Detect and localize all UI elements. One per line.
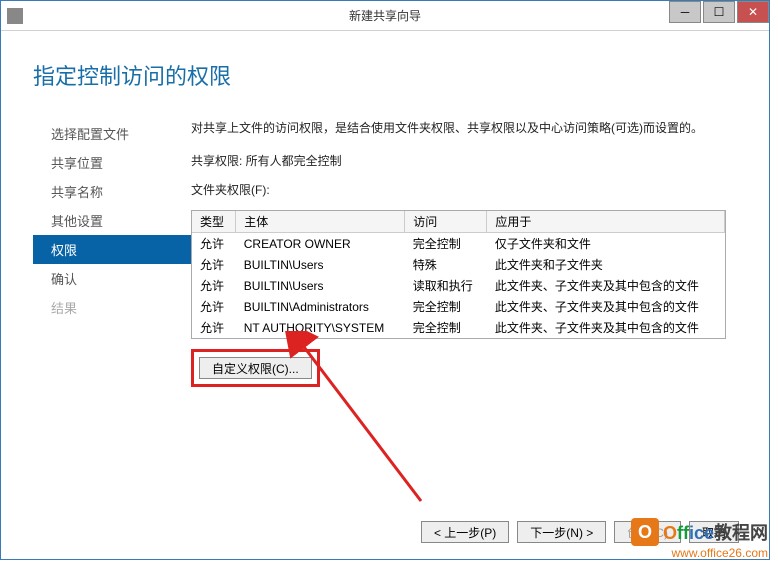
watermark-brand: Office教程网 [663,519,768,545]
watermark-url: www.office26.com [631,546,768,560]
page-heading: 指定控制访问的权限 [1,31,769,91]
table-row[interactable]: 允许 CREATOR OWNER 完全控制 仅子文件夹和文件 [192,233,725,255]
watermark: O Office教程网 www.office26.com [631,518,768,560]
col-principal[interactable]: 主体 [236,211,405,233]
permissions-table-wrap: 类型 主体 访问 应用于 允许 CREATOR OWNER 完全控制 仅子文件夹… [191,210,726,339]
main-panel: 对共享上文件的访问权限，是结合使用文件夹权限、共享权限以及中心访问策略(可选)而… [191,119,769,509]
nav-permissions[interactable]: 权限 [33,235,191,264]
customize-permissions-button[interactable]: 自定义权限(C)... [199,357,312,379]
titlebar: 新建共享向导 ─ ☐ ✕ [1,1,769,31]
next-button[interactable]: 下一步(N) > [517,521,606,543]
permissions-table[interactable]: 类型 主体 访问 应用于 允许 CREATOR OWNER 完全控制 仅子文件夹… [192,211,725,338]
watermark-icon: O [631,518,659,546]
share-permission-line: 共享权限: 所有人都完全控制 [191,152,749,169]
table-row[interactable]: 允许 BUILTIN\Users 读取和执行 此文件夹、子文件夹及其中包含的文件 [192,275,725,296]
nav-share-name[interactable]: 共享名称 [43,177,191,206]
col-applies-to[interactable]: 应用于 [487,211,725,233]
table-row[interactable]: 允许 NT AUTHORITY\SYSTEM 完全控制 此文件夹、子文件夹及其中… [192,317,725,338]
content-pane: 选择配置文件 共享位置 共享名称 其他设置 权限 确认 结果 对共享上文件的访问… [1,119,769,509]
nav-select-profile[interactable]: 选择配置文件 [43,119,191,148]
previous-button[interactable]: < 上一步(P) [421,521,509,543]
app-icon [7,8,23,24]
custom-permission-highlight: 自定义权限(C)... [191,349,320,387]
nav-other-settings[interactable]: 其他设置 [43,206,191,235]
maximize-button[interactable]: ☐ [703,1,735,23]
permissions-description: 对共享上文件的访问权限，是结合使用文件夹权限、共享权限以及中心访问策略(可选)而… [191,119,749,136]
table-row[interactable]: 允许 BUILTIN\Users 特殊 此文件夹和子文件夹 [192,254,725,275]
minimize-button[interactable]: ─ [669,1,701,23]
nav-result: 结果 [43,293,191,322]
folder-permission-label: 文件夹权限(F): [191,181,749,198]
col-access[interactable]: 访问 [405,211,487,233]
wizard-steps-nav: 选择配置文件 共享位置 共享名称 其他设置 权限 确认 结果 [1,119,191,509]
window-title: 新建共享向导 [349,7,421,24]
table-row[interactable]: 允许 BUILTIN\Administrators 完全控制 此文件夹、子文件夹… [192,296,725,317]
window-controls: ─ ☐ ✕ [667,1,769,23]
close-button[interactable]: ✕ [737,1,769,23]
col-type[interactable]: 类型 [192,211,236,233]
nav-share-location[interactable]: 共享位置 [43,148,191,177]
nav-confirm[interactable]: 确认 [43,264,191,293]
wizard-window: 新建共享向导 ─ ☐ ✕ 指定控制访问的权限 选择配置文件 共享位置 共享名称 … [0,0,770,560]
